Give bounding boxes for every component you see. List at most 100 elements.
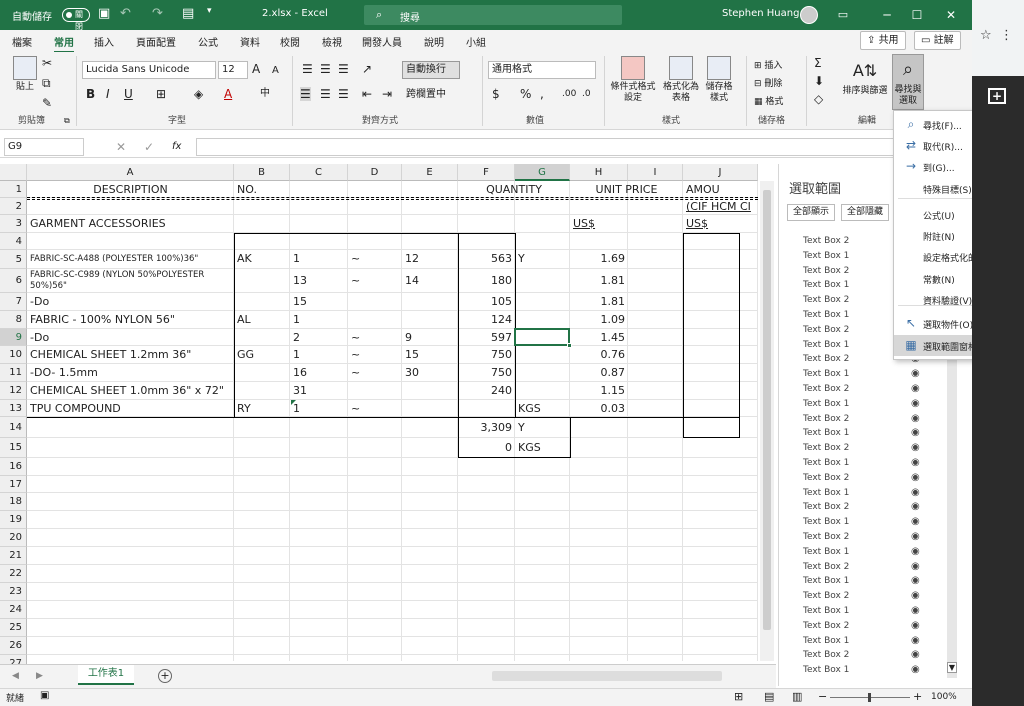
row-header-6[interactable]: 6 [0,269,27,293]
conditional-format-button[interactable]: 條件式格式 設定 [608,56,658,104]
visibility-eye-icon[interactable]: ◉ [911,546,920,557]
format-cells-button[interactable]: ▦ 格式 [754,94,783,107]
cell-f7[interactable]: 105 [461,293,512,311]
row-header-20[interactable]: 20 [0,529,27,547]
visibility-eye-icon[interactable]: ◉ [911,531,920,542]
cell-d9[interactable]: ~ [351,329,399,346]
column-header-b[interactable]: B [234,164,290,181]
cut-icon[interactable]: ✂ [42,56,52,70]
cell-h3[interactable]: US$ [573,215,625,233]
row-header-21[interactable]: 21 [0,547,27,565]
autosave-toggle[interactable]: 關閉 [62,8,90,31]
selection-pane-item[interactable]: Text Box 2 [803,621,849,631]
delete-cells-button[interactable]: ⊟ 刪除 [754,76,782,89]
cell-e11[interactable]: 30 [405,364,455,382]
undo-icon[interactable]: ↶ [120,6,131,21]
select-all-corner[interactable] [0,164,27,181]
selection-pane-item[interactable]: Text Box 1 [803,251,849,261]
cell-c12[interactable]: 31 [293,382,345,400]
cell-h5[interactable]: 1.69 [573,250,626,269]
share-button[interactable]: ⇪ 共用 [860,31,906,50]
visibility-eye-icon[interactable]: ◉ [911,472,920,483]
close-icon[interactable]: ✕ [936,4,966,26]
cell-d13[interactable]: ~ [351,400,399,417]
clear-icon[interactable]: ◇ [814,92,823,106]
insert-cells-button[interactable]: ⊞ 插入 [754,58,782,71]
row-header-15[interactable]: 15 [0,438,27,458]
show-all-button[interactable]: 全部顯示 [787,204,836,221]
visibility-eye-icon[interactable]: ◉ [911,590,920,601]
quick-access-icon[interactable]: ▤ [182,6,194,21]
enter-icon[interactable]: ✓ [144,140,154,154]
cell-a12[interactable]: CHEMICAL SHEET 1.0mm 36" x 72" [30,382,231,400]
cell-c7[interactable]: 15 [293,293,345,311]
wrap-text-button[interactable]: 自動換行 [402,61,460,79]
increase-decimal-icon[interactable]: .00 [562,87,576,101]
cell-h9[interactable]: 1.45 [573,329,626,346]
column-header-d[interactable]: D [348,164,402,181]
selection-pane-item[interactable]: Text Box 1 [803,606,849,616]
format-painter-icon[interactable]: ✎ [42,96,52,110]
cell-h12[interactable]: 1.15 [573,382,626,400]
tab-view[interactable]: 檢視 [322,34,342,49]
column-header-c[interactable]: C [290,164,348,181]
selection-pane-item[interactable]: Text Box 2 [803,650,849,660]
cell-e10[interactable]: 15 [405,346,455,364]
cell-g14[interactable]: Y [518,417,567,438]
visibility-eye-icon[interactable]: ◉ [911,649,920,660]
cell-f1[interactable]: QUANTITY [461,181,567,198]
paste-button[interactable]: 貼上 [8,56,42,93]
selection-pane-item[interactable]: Text Box 2 [803,443,849,453]
cell-h10[interactable]: 0.76 [573,346,626,364]
tab-developer[interactable]: 開發人員 [362,34,402,49]
cell-a13[interactable]: TPU COMPOUND [30,400,231,417]
cell-h1[interactable]: UNIT PRICE [573,181,680,198]
avatar[interactable] [800,6,818,24]
shrink-font-icon[interactable]: A [272,64,279,78]
row-header-3[interactable]: 3 [0,215,27,233]
selection-pane-item[interactable]: Text Box 2 [803,325,849,335]
cell-f11[interactable]: 750 [461,364,512,382]
row-header-10[interactable]: 10 [0,346,27,364]
font-name-select[interactable]: Lucida Sans Unicode [82,61,216,79]
cell-b5[interactable]: AK [237,250,287,269]
fill-icon[interactable]: ⬇ [814,74,824,88]
row-header-19[interactable]: 19 [0,511,27,529]
merge-center-button[interactable]: 跨欄置中 [402,86,472,104]
cell-c13[interactable]: 1 [293,400,345,417]
cell-a8[interactable]: FABRIC - 100% NYLON 56" [30,311,231,329]
align-right-icon[interactable]: ☰ [338,87,349,101]
cell-d5[interactable]: ~ [351,250,399,269]
fill-color-icon[interactable]: ◈ [194,87,203,101]
cell-f8[interactable]: 124 [461,311,512,329]
visibility-eye-icon[interactable]: ◉ [911,501,920,512]
visibility-eye-icon[interactable]: ◉ [911,383,920,394]
row-header-18[interactable]: 18 [0,493,27,511]
cell-f9[interactable]: 597 [461,329,512,346]
find-select-button[interactable]: ⌕ 尋找與 選取 [892,54,924,110]
selection-pane-item[interactable]: Text Box 1 [803,576,849,586]
star-icon[interactable]: ☆ [980,28,992,43]
row-header-7[interactable]: 7 [0,293,27,311]
cell-styles-button[interactable]: 儲存格 樣式 [702,56,736,104]
row-header-9[interactable]: 9 [0,329,27,346]
selection-pane-item[interactable]: Text Box 1 [803,369,849,379]
page-layout-view-icon[interactable]: ▤ [764,690,774,703]
visibility-eye-icon[interactable]: ◉ [911,368,920,379]
cell-a10[interactable]: CHEMICAL SHEET 1.2mm 36" [30,346,231,364]
column-header-h[interactable]: H [570,164,628,181]
cell-c8[interactable]: 1 [293,311,345,329]
tab-team[interactable]: 小組 [466,34,486,49]
selection-pane-item[interactable]: Text Box 2 [803,591,849,601]
selection-pane-item[interactable]: Text Box 1 [803,547,849,557]
row-header-16[interactable]: 16 [0,458,27,476]
align-left-icon[interactable]: ☰ [300,87,311,101]
selection-pane-item[interactable]: Text Box 1 [803,517,849,527]
column-header-i[interactable]: I [628,164,683,181]
align-middle-icon[interactable]: ☰ [320,62,331,76]
cell-a6[interactable]: 50%)56" [30,281,231,293]
save-icon[interactable]: ▣ [98,6,110,21]
cell-g15[interactable]: KGS [518,438,567,458]
selection-pane-item[interactable]: Text Box 1 [803,340,849,350]
selection-pane-item[interactable]: Text Box 2 [803,562,849,572]
